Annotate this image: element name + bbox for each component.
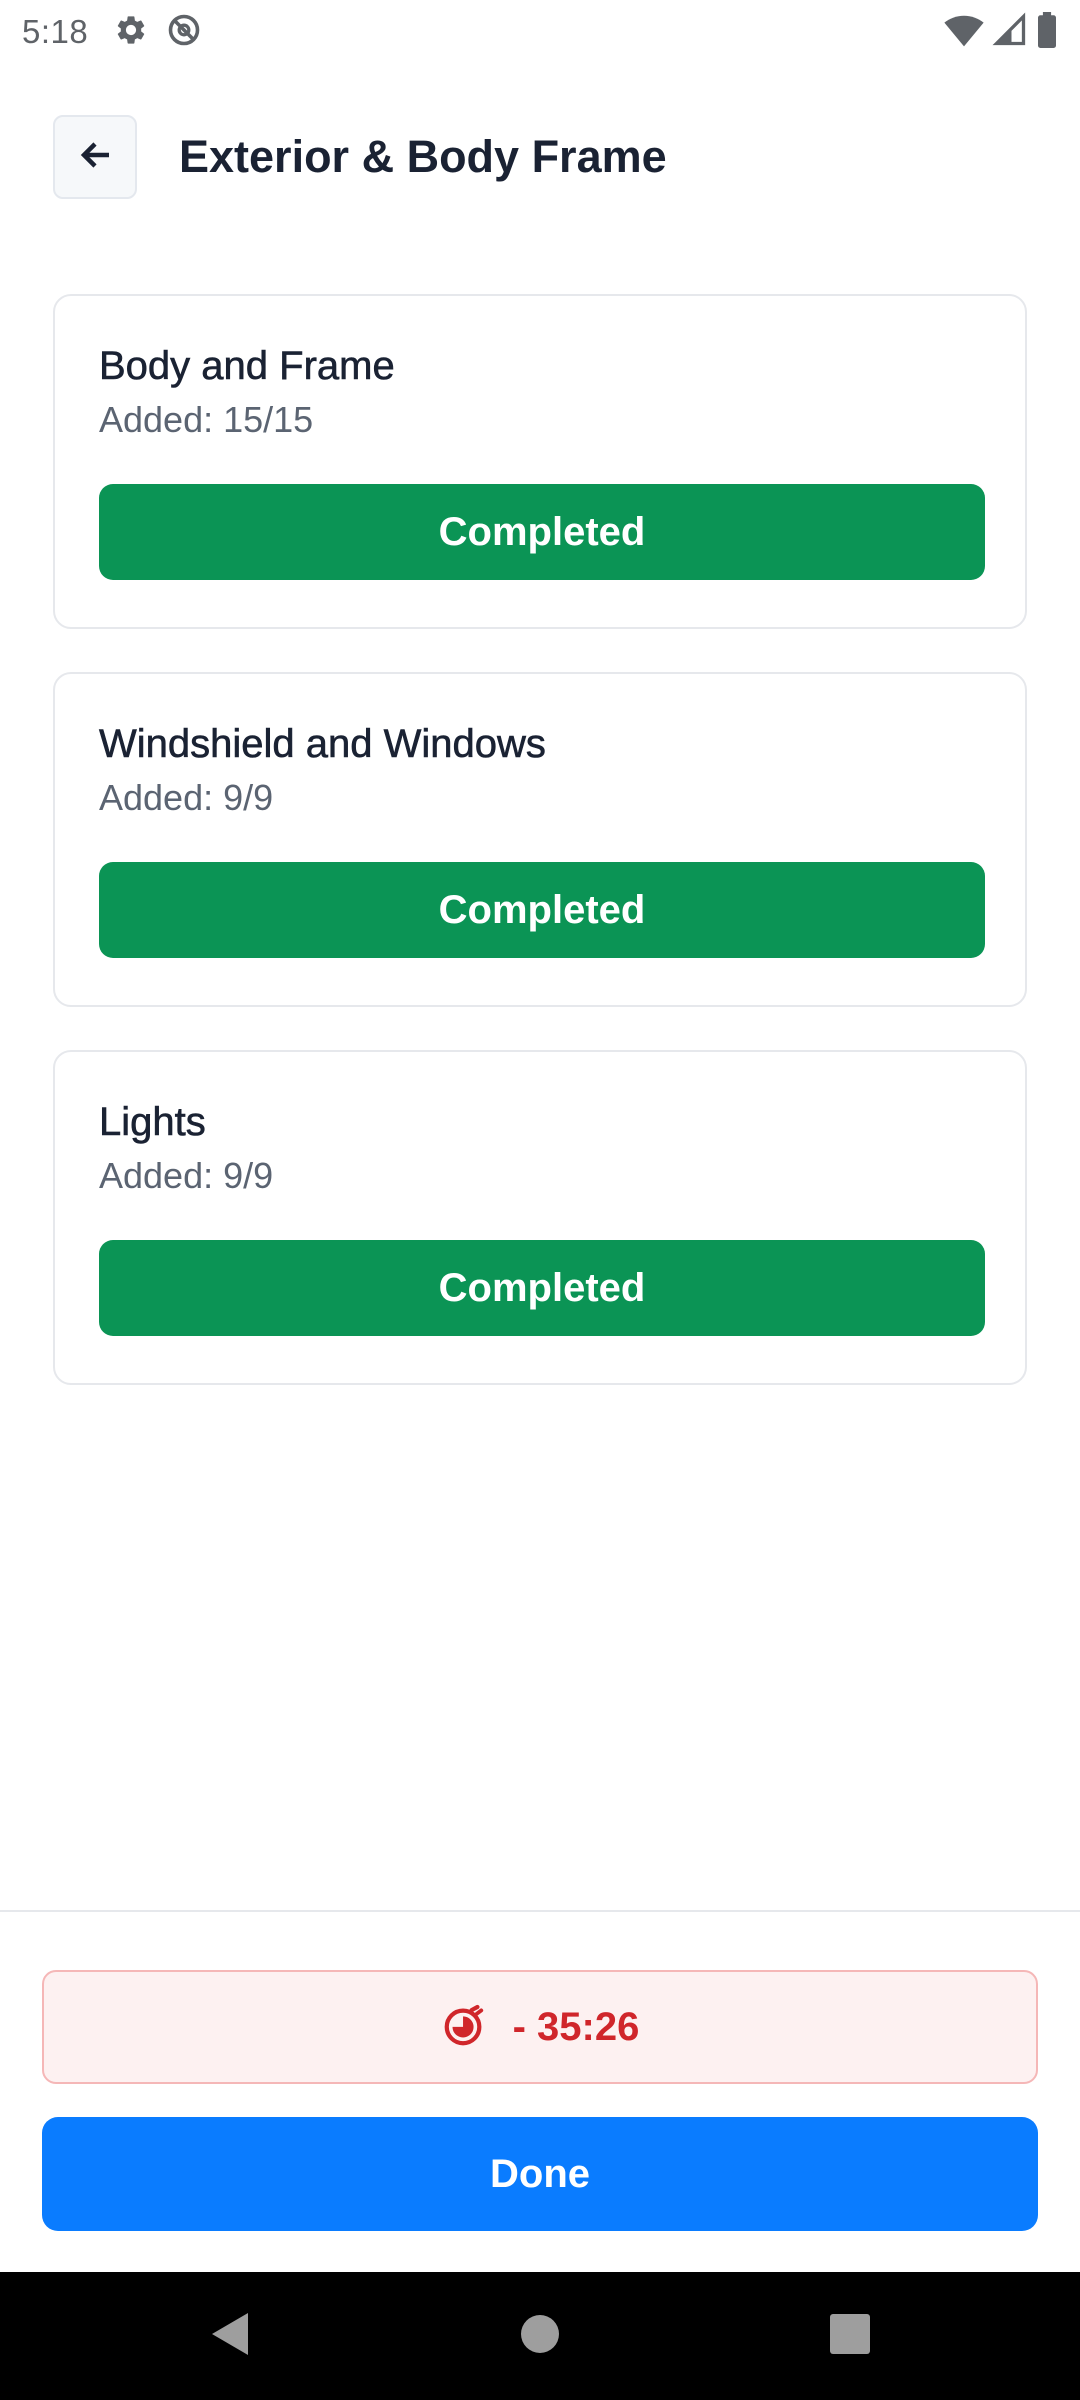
wifi-icon [944,12,984,53]
nav-recents-button[interactable] [810,2272,890,2400]
timer-value: - 35:26 [512,2004,640,2049]
recents-square-icon [829,2313,871,2360]
cellular-signal-icon [992,12,1028,53]
gear-icon [114,13,148,52]
stopwatch-icon [441,2002,487,2053]
done-button[interactable]: Done [42,2117,1038,2231]
completed-button[interactable]: Completed [99,862,985,958]
home-circle-icon [520,2314,560,2359]
section-card-lights: Lights Added: 9/9 Completed [53,1050,1027,1385]
header: Exterior & Body Frame [53,115,667,199]
completed-button[interactable]: Completed [99,484,985,580]
arrow-left-icon [77,140,113,175]
section-added-count: Added: 9/9 [99,1155,274,1196]
status-left-icons [114,12,202,53]
nav-home-button[interactable] [500,2272,580,2400]
system-navigation-bar [0,2272,1080,2400]
section-added-count: Added: 9/9 [99,777,274,818]
section-added-count: Added: 15/15 [99,399,314,440]
section-card-windshield-and-windows: Windshield and Windows Added: 9/9 Comple… [53,672,1027,1007]
status-bar: 5:18 [0,0,1080,64]
back-triangle-icon [210,2311,250,2362]
page-title: Exterior & Body Frame [179,131,667,182]
countdown-timer: - 35:26 [42,1970,1038,2084]
section-card-body-and-frame: Body and Frame Added: 15/15 Completed [53,294,1027,629]
battery-icon [1036,12,1058,53]
completed-button[interactable]: Completed [99,1240,985,1336]
section-title: Windshield and Windows [99,722,546,767]
status-time: 5:18 [22,13,89,50]
back-button[interactable] [53,115,137,199]
section-title: Body and Frame [99,344,395,389]
bottom-divider [0,1910,1080,1912]
do-not-disturb-icon [166,12,202,53]
section-title: Lights [99,1100,206,1145]
section-list: Body and Frame Added: 15/15 Completed Wi… [53,294,1027,1428]
status-right-icons [944,12,1058,53]
nav-back-button[interactable] [190,2272,270,2400]
